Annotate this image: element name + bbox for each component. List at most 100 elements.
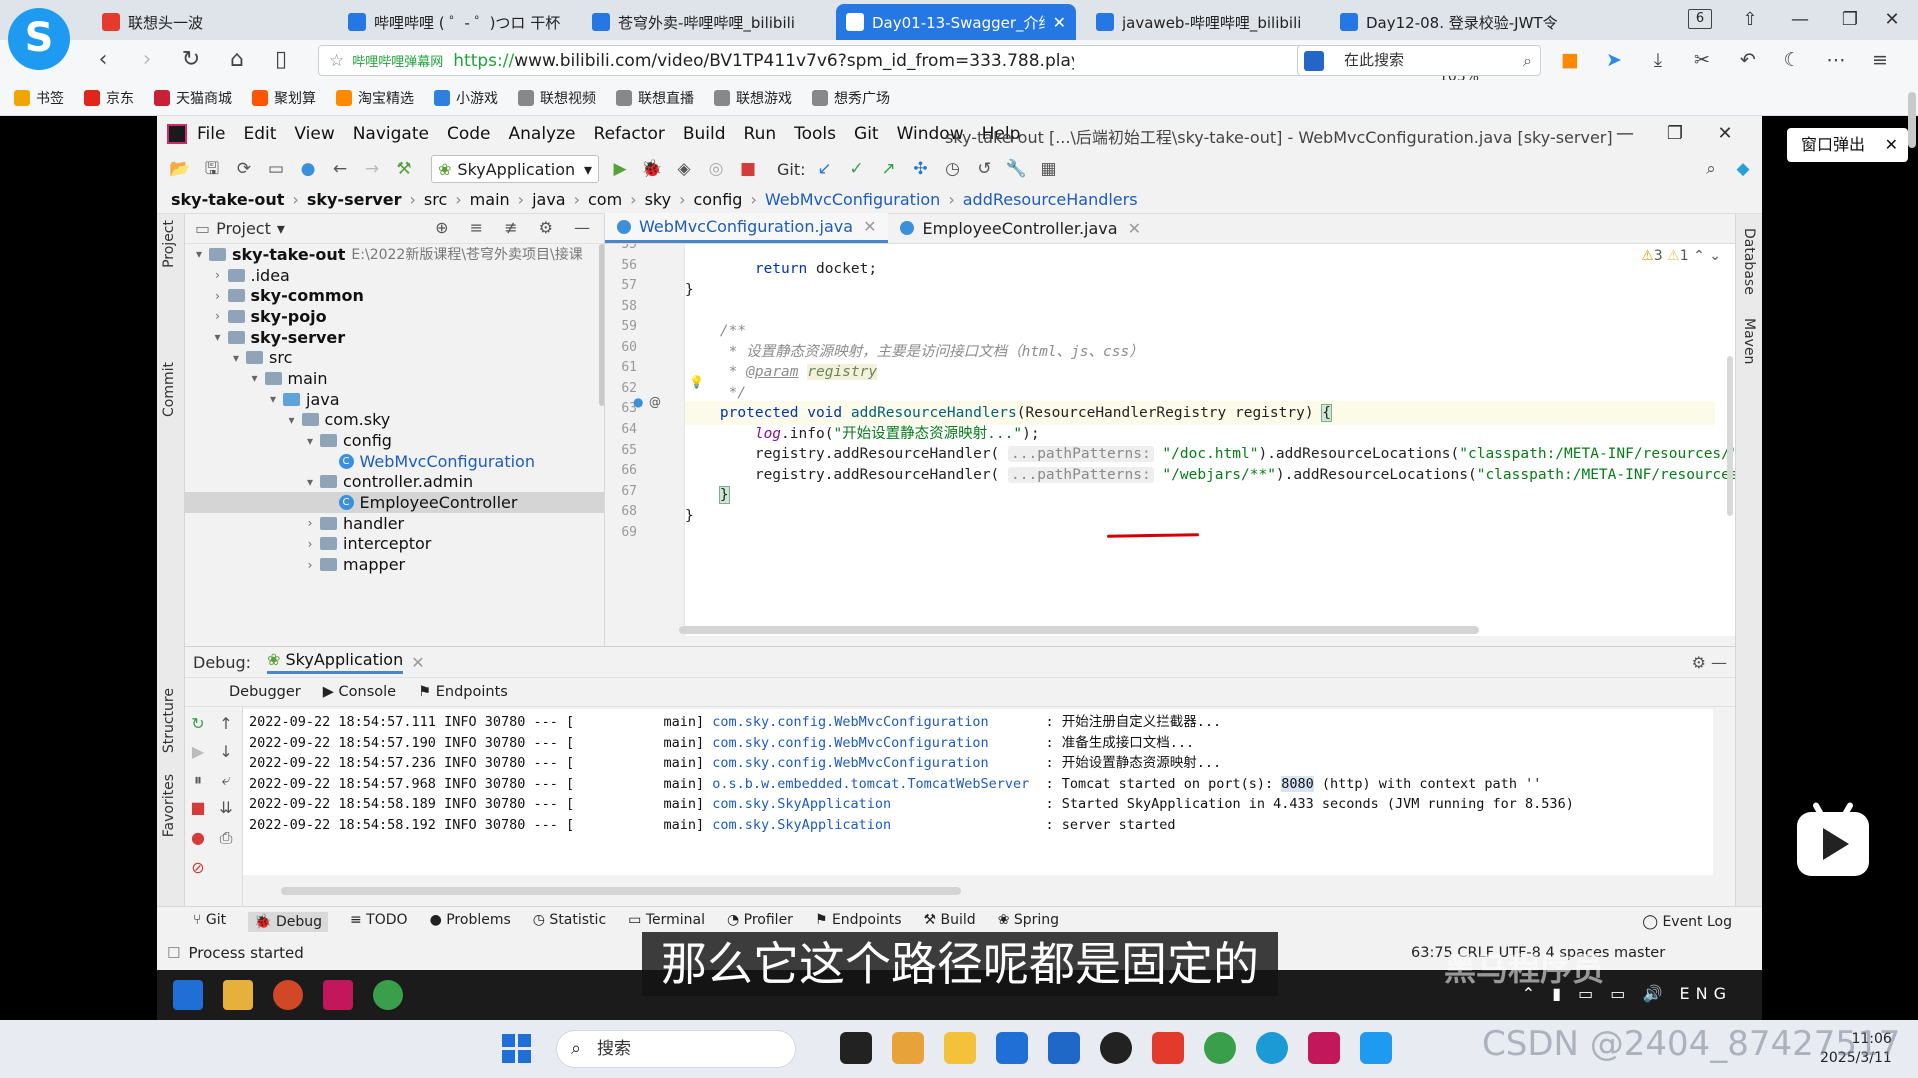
undo-icon[interactable]: ↶ — [1734, 47, 1762, 73]
resume-icon[interactable]: ▶ — [187, 741, 209, 763]
taskbar-search-input[interactable]: ⌕ 搜索 — [556, 1030, 796, 1068]
rollback-icon[interactable]: ↺ — [972, 156, 998, 182]
breadcrumb-item[interactable]: config — [693, 190, 742, 209]
git-fetch-icon[interactable]: ✣ — [908, 156, 934, 182]
menu-icon[interactable]: ≡ — [1866, 47, 1894, 73]
chevron-down-icon[interactable]: ▾ — [210, 330, 226, 344]
scroll-to-end-icon[interactable]: ⇊ — [215, 797, 237, 819]
breadcrumb-item[interactable]: WebMvcConfiguration — [765, 190, 940, 209]
menu-file[interactable]: File — [197, 124, 225, 144]
menu-navigate[interactable]: Navigate — [353, 124, 429, 144]
debug-icon[interactable]: 🐞 — [639, 156, 665, 182]
cut-icon[interactable]: ✂ — [1688, 47, 1716, 73]
tree-item[interactable]: C WebMvcConfiguration — [185, 451, 604, 472]
inspection-widget[interactable]: ⚠3 ⚠1 ⌃ ⌄ — [1641, 248, 1721, 264]
search-engine-icon[interactable] — [1304, 51, 1324, 71]
tree-item[interactable]: › interceptor — [185, 534, 604, 555]
download-icon[interactable]: ⤓ — [1644, 47, 1672, 73]
breadcrumb-item[interactable]: sky — [645, 190, 672, 209]
tree-item[interactable]: › mapper — [185, 554, 604, 575]
rerun-icon[interactable]: ↻ — [187, 713, 209, 735]
tool-window-spring[interactable]: ❀ Spring — [998, 912, 1059, 932]
settings-wrench-icon[interactable]: 🔧 — [1004, 156, 1030, 182]
debug-session-tab[interactable]: ❀ SkyApplication — [267, 650, 404, 674]
tool-window-problems[interactable]: ● Problems — [430, 912, 511, 932]
tree-item[interactable]: ▾ java — [185, 389, 604, 410]
console-horizontal-scrollbar[interactable] — [281, 887, 961, 895]
git-commit-icon[interactable]: ✓ — [844, 156, 870, 182]
app-store-icon[interactable]: ■ — [1556, 47, 1584, 73]
browser-taskbar-icon[interactable] — [1360, 1032, 1392, 1064]
nav-back-icon[interactable]: ← — [327, 156, 353, 182]
tree-item[interactable]: › handler — [185, 513, 604, 534]
tool-structure[interactable]: Structure — [161, 688, 177, 753]
breadcrumb-item[interactable]: main — [470, 190, 510, 209]
forward-icon[interactable]: › — [132, 46, 162, 74]
menu-tools[interactable]: Tools — [794, 124, 836, 144]
console-output[interactable]: 2022-09-22 18:54:57.111 INFO 30780 --- [… — [243, 709, 1713, 875]
bookmark-item[interactable]: 京东 — [84, 88, 134, 108]
stop-icon[interactable]: ■ — [187, 797, 209, 819]
chevron-right-icon[interactable]: › — [210, 309, 226, 323]
chevron-right-icon[interactable]: › — [302, 516, 318, 530]
edge-icon[interactable] — [1256, 1032, 1288, 1064]
bookmark-item[interactable]: 天猫商城 — [154, 88, 232, 108]
menu-build[interactable]: Build — [683, 124, 726, 144]
restore-icon[interactable]: ❐ — [1830, 6, 1870, 34]
bookmark-item[interactable]: 联想游戏 — [714, 88, 792, 108]
tree-item[interactable]: ▾ sky-server — [185, 327, 604, 348]
tab-close-icon[interactable]: ✕ — [1053, 13, 1066, 32]
minimize-icon[interactable]: — — [1780, 6, 1820, 34]
editor-tab[interactable]: WebMvcConfiguration.java ✕ — [605, 213, 889, 243]
git-update-icon[interactable]: ↙ — [812, 156, 838, 182]
tool-window-terminal[interactable]: ▭ Terminal — [628, 912, 705, 932]
save-icon[interactable]: 🖫 — [199, 156, 225, 182]
debug-tab-debugger[interactable]: Debugger — [229, 684, 301, 700]
chevron-right-icon[interactable]: › — [210, 268, 226, 282]
breadcrumb-item[interactable]: sky-server — [307, 190, 402, 209]
bookmark-item[interactable]: 联想直播 — [616, 88, 694, 108]
class-icon[interactable]: ● — [295, 156, 321, 182]
pause-icon[interactable]: ⏸ — [187, 769, 209, 791]
event-log-button[interactable]: ◯ Event Log — [1642, 914, 1732, 930]
menu-code[interactable]: Code — [447, 124, 491, 144]
bookmark-item[interactable]: 书签 — [14, 88, 64, 108]
ide-restore-icon[interactable]: ❐ — [1655, 120, 1695, 148]
tool-favorites[interactable]: Favorites — [161, 774, 177, 837]
chevron-down-icon[interactable]: ▾ — [247, 371, 263, 385]
page-scrollbar[interactable] — [1908, 92, 1916, 148]
sync-icon[interactable]: ⟳ — [231, 156, 257, 182]
browser-tab[interactable]: Day01-13-Swagger_介绍 ✕ — [836, 4, 1076, 40]
editor-tab[interactable]: EmployeeController.java ✕ — [888, 213, 1153, 243]
tool-commit[interactable]: Commit — [161, 362, 177, 417]
chevron-down-icon[interactable]: ▾ — [277, 219, 285, 238]
editor-tab-close-icon[interactable]: ✕ — [863, 217, 876, 236]
tree-item[interactable]: ▾ main — [185, 368, 604, 389]
debug-tab-endpoints[interactable]: ⚑ Endpoints — [418, 684, 508, 700]
ide-minimize-icon[interactable]: — — [1605, 120, 1645, 148]
bookmark-item[interactable]: 聚划算 — [252, 88, 316, 108]
tool-window-todo[interactable]: ≡ TODO — [350, 912, 408, 932]
project-structure-icon[interactable]: ▦ — [1036, 156, 1062, 182]
editor-vertical-scrollbar[interactable] — [1727, 356, 1733, 516]
home-icon[interactable]: ⌂ — [222, 46, 252, 74]
wps-icon[interactable] — [1152, 1032, 1184, 1064]
tool-project[interactable]: Project — [161, 220, 177, 268]
lenovo-icon[interactable] — [1048, 1032, 1080, 1064]
run-config-select[interactable]: ❀ SkyApplication ▾ — [431, 155, 599, 183]
bookmark-item[interactable]: 小游戏 — [434, 88, 498, 108]
build-icon[interactable]: ⚒ — [391, 156, 417, 182]
tool-window-endpoints[interactable]: ⚑ Endpoints — [815, 912, 902, 932]
ide-search-icon[interactable]: ⌕ — [1698, 156, 1724, 182]
tree-item[interactable]: ▾ com.sky — [185, 410, 604, 431]
bookmark-item[interactable]: 淘宝精选 — [336, 88, 414, 108]
bookmark-star-icon[interactable]: ☆ — [329, 51, 344, 71]
menu-analyze[interactable]: Analyze — [509, 124, 576, 144]
run-icon[interactable]: ▶ — [607, 156, 633, 182]
menu-git[interactable]: Git — [854, 124, 879, 144]
view-breakpoints-icon[interactable]: ● — [187, 827, 209, 849]
code-area[interactable]: return docket; } /** * 设置静态资源映射，主要是访问接口文… — [685, 244, 1735, 636]
toolbox-icon[interactable]: ◆ — [1730, 156, 1756, 182]
annotation-marker-icon[interactable]: @ — [649, 395, 661, 409]
tree-item[interactable]: ▾ sky-take-out E:\2022新版课程\苍穹外卖项目\接课 — [185, 244, 604, 265]
